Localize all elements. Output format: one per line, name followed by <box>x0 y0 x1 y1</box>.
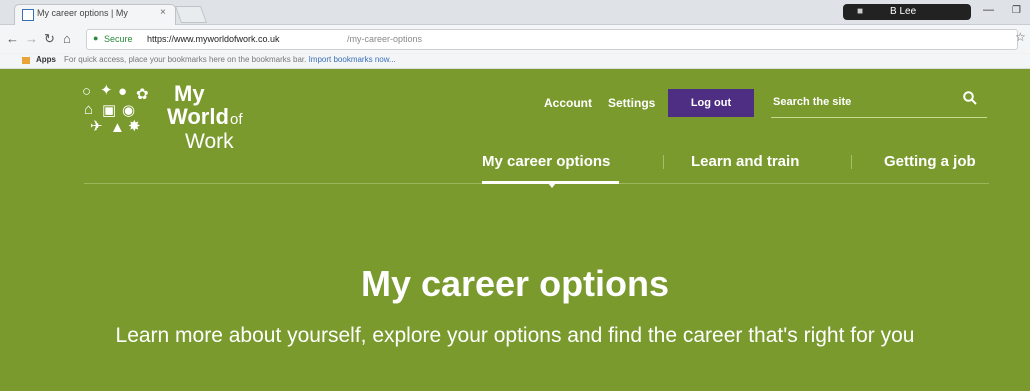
back-icon[interactable]: ← <box>6 31 19 46</box>
search-icon[interactable] <box>963 91 977 105</box>
site-page: ○ ✦ ● ✿ ⌂ ▣ ◉ ✈ ▲ ✸ My World of Work Acc… <box>0 69 1030 391</box>
forward-icon[interactable]: → <box>25 31 38 46</box>
info-icon: ● <box>118 83 128 100</box>
new-tab-button[interactable] <box>174 6 208 23</box>
logo-of: of <box>230 111 243 128</box>
apps-link[interactable]: Apps <box>36 55 56 64</box>
address-bar-row: ← → ↻ ⌂ ● Secure https://www.myworldofwo… <box>0 25 1030 53</box>
settings-link[interactable]: Settings <box>608 96 655 110</box>
bird-icon: ✿ <box>136 86 149 103</box>
nav-learn-and-train[interactable]: Learn and train <box>691 153 799 170</box>
nav-my-career-options[interactable]: My career options <box>482 153 610 170</box>
search-input[interactable]: Search the site <box>773 96 851 108</box>
logout-label: Log out <box>690 97 732 109</box>
logout-button[interactable]: Log out <box>668 89 754 117</box>
page-title: My career options <box>360 263 670 304</box>
secure-label: Secure <box>104 34 133 44</box>
bookmark-star-icon[interactable]: ☆ <box>1015 30 1026 44</box>
person-icon: ○ <box>82 83 92 100</box>
nav-divider <box>851 155 852 169</box>
plane-icon: ✈ <box>90 118 103 135</box>
wrench-icon: ✸ <box>128 118 141 135</box>
favicon-icon <box>22 9 34 21</box>
tab-strip: My career options | My × ■ B Lee — ❐ <box>0 0 1030 25</box>
bookmarks-hint-text: For quick access, place your bookmarks h… <box>64 55 307 64</box>
house-icon: ⌂ <box>84 101 94 118</box>
account-link[interactable]: Account <box>544 96 592 110</box>
minimize-icon[interactable]: — <box>983 4 994 16</box>
lock-icon: ● <box>93 33 99 43</box>
logo-world[interactable]: World <box>167 104 229 130</box>
tab-close-icon[interactable]: × <box>160 7 166 18</box>
restore-icon[interactable]: ❐ <box>1012 5 1021 16</box>
bookmarks-bar: Apps For quick access, place your bookma… <box>0 54 1030 69</box>
bookmarks-hint: For quick access, place your bookmarks h… <box>64 55 396 64</box>
reload-icon[interactable]: ↻ <box>44 31 55 47</box>
nav-divider <box>663 155 664 169</box>
url-field[interactable]: ● Secure https://www.myworldofwork.co.uk… <box>86 29 1018 50</box>
page-subtitle: Learn more about yourself, explore your … <box>115 324 915 347</box>
figure-icon: ▲ <box>110 119 125 136</box>
logo-work[interactable]: Work <box>185 130 234 154</box>
logo-icon-cluster[interactable]: ○ ✦ ● ✿ ⌂ ▣ ◉ ✈ ▲ ✸ <box>82 81 162 136</box>
import-bookmarks-link[interactable]: Import bookmarks now... <box>309 55 396 64</box>
nav-getting-a-job[interactable]: Getting a job <box>884 153 976 170</box>
apps-icon[interactable] <box>22 57 30 64</box>
nav-active-pointer-icon <box>548 183 556 188</box>
search-underline <box>771 117 987 118</box>
home-icon[interactable]: ⌂ <box>63 31 71 46</box>
user-icon: ■ <box>857 6 864 17</box>
tab-title: My career options | My <box>37 8 128 18</box>
url-path: /my-career-options <box>347 34 423 44</box>
browser-tab[interactable]: My career options | My × <box>14 4 176 25</box>
url-base: https://www.myworldofwork.co.uk <box>147 34 280 44</box>
profile-badge[interactable]: ■ B Lee <box>843 4 971 20</box>
sparkle-icon: ✦ <box>100 82 113 99</box>
profile-name: B Lee <box>890 6 917 17</box>
computer-icon: ▣ <box>102 102 117 119</box>
